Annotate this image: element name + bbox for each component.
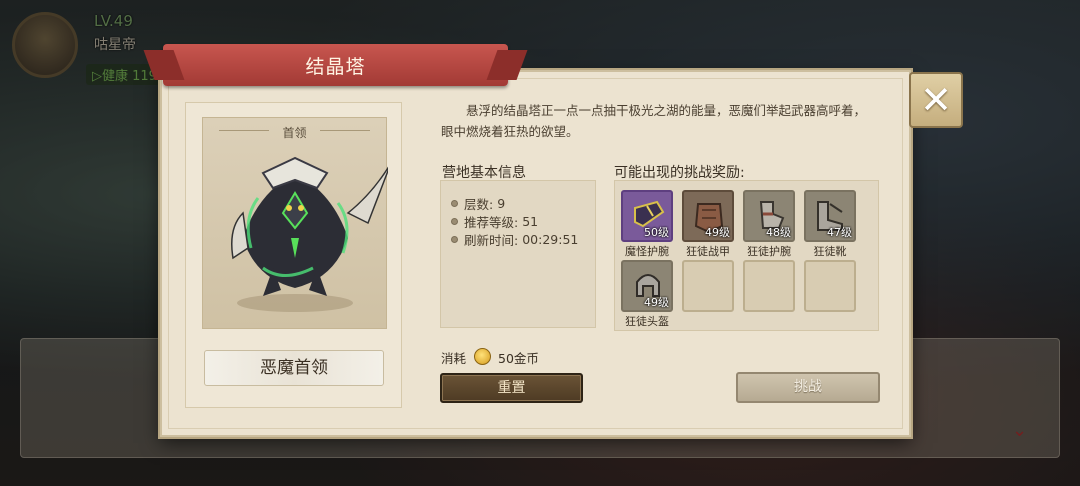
info-value: 51 bbox=[522, 213, 539, 229]
dialog-title: 结晶塔 bbox=[305, 56, 366, 78]
boss-name: 恶魔首领 bbox=[204, 350, 384, 386]
item-name: 狂徒头盔 bbox=[625, 315, 669, 328]
close-button[interactable]: ✕ bbox=[909, 72, 963, 128]
bullet-icon bbox=[451, 199, 458, 207]
close-icon: ✕ bbox=[920, 78, 952, 122]
tower-description: 悬浮的结晶塔正一点一点抽干极光之湖的能量，恶魔们举起武器高呼着，眼中燃烧着狂热的… bbox=[441, 103, 867, 139]
camp-info-box: 层数: 9 推荐等级: 51 刷新时间: 00:29:51 bbox=[440, 180, 596, 328]
reset-button[interactable]: 重置 bbox=[440, 373, 583, 403]
bullet-icon bbox=[451, 217, 458, 225]
challenge-button[interactable]: 挑战 bbox=[736, 372, 880, 403]
title-ribbon: 结晶塔 bbox=[163, 44, 508, 86]
item-name: 狂徒护腕 bbox=[747, 245, 791, 258]
item-level: 48级 bbox=[766, 226, 791, 239]
bullet-icon bbox=[451, 235, 458, 243]
reward-slot[interactable]: 49级 bbox=[621, 260, 673, 312]
reward-slot[interactable]: 50级 bbox=[621, 190, 673, 242]
empty-reward-slot bbox=[682, 260, 734, 312]
boss-portrait: 首领 bbox=[202, 117, 388, 329]
item-name: 魔怪护腕 bbox=[625, 245, 669, 258]
camp-info-title: 营地基本信息 bbox=[442, 165, 526, 181]
item-name: 狂徒靴 bbox=[813, 245, 847, 258]
empty-reward-slot bbox=[804, 260, 856, 312]
item-level: 50级 bbox=[644, 226, 669, 239]
reward-slot[interactable]: 47级 bbox=[804, 190, 856, 242]
reward-slot[interactable]: 48级 bbox=[743, 190, 795, 242]
item-name: 狂徒战甲 bbox=[686, 245, 730, 258]
item-level: 49级 bbox=[705, 226, 730, 239]
item-level: 47级 bbox=[827, 226, 852, 239]
empty-reward-slot bbox=[743, 260, 795, 312]
cost-value: 50金币 bbox=[498, 351, 539, 366]
rewards-title: 可能出现的挑战奖励: bbox=[614, 165, 745, 181]
info-row-refresh-time: 刷新时间: 00:29:51 bbox=[451, 229, 578, 249]
info-row-floors: 层数: 9 bbox=[451, 193, 505, 213]
cost-label: 消耗 bbox=[441, 351, 467, 366]
demon-boss-icon bbox=[231, 156, 388, 312]
info-value: 9 bbox=[497, 195, 506, 211]
info-value: 00:29:51 bbox=[522, 231, 579, 247]
rewards-box: 50级 49级 48级 47级 魔怪护腕 狂徒战甲 狂徒护腕 狂徒靴 49级 狂… bbox=[614, 180, 879, 331]
info-label: 刷新时间: bbox=[464, 232, 519, 248]
item-level: 49级 bbox=[644, 296, 669, 309]
info-label: 推荐等级: bbox=[464, 214, 519, 230]
info-row-recommended-level: 推荐等级: 51 bbox=[451, 211, 538, 231]
gold-coin-icon bbox=[474, 348, 491, 365]
info-label: 层数: bbox=[464, 196, 494, 212]
reward-slot[interactable]: 49级 bbox=[682, 190, 734, 242]
